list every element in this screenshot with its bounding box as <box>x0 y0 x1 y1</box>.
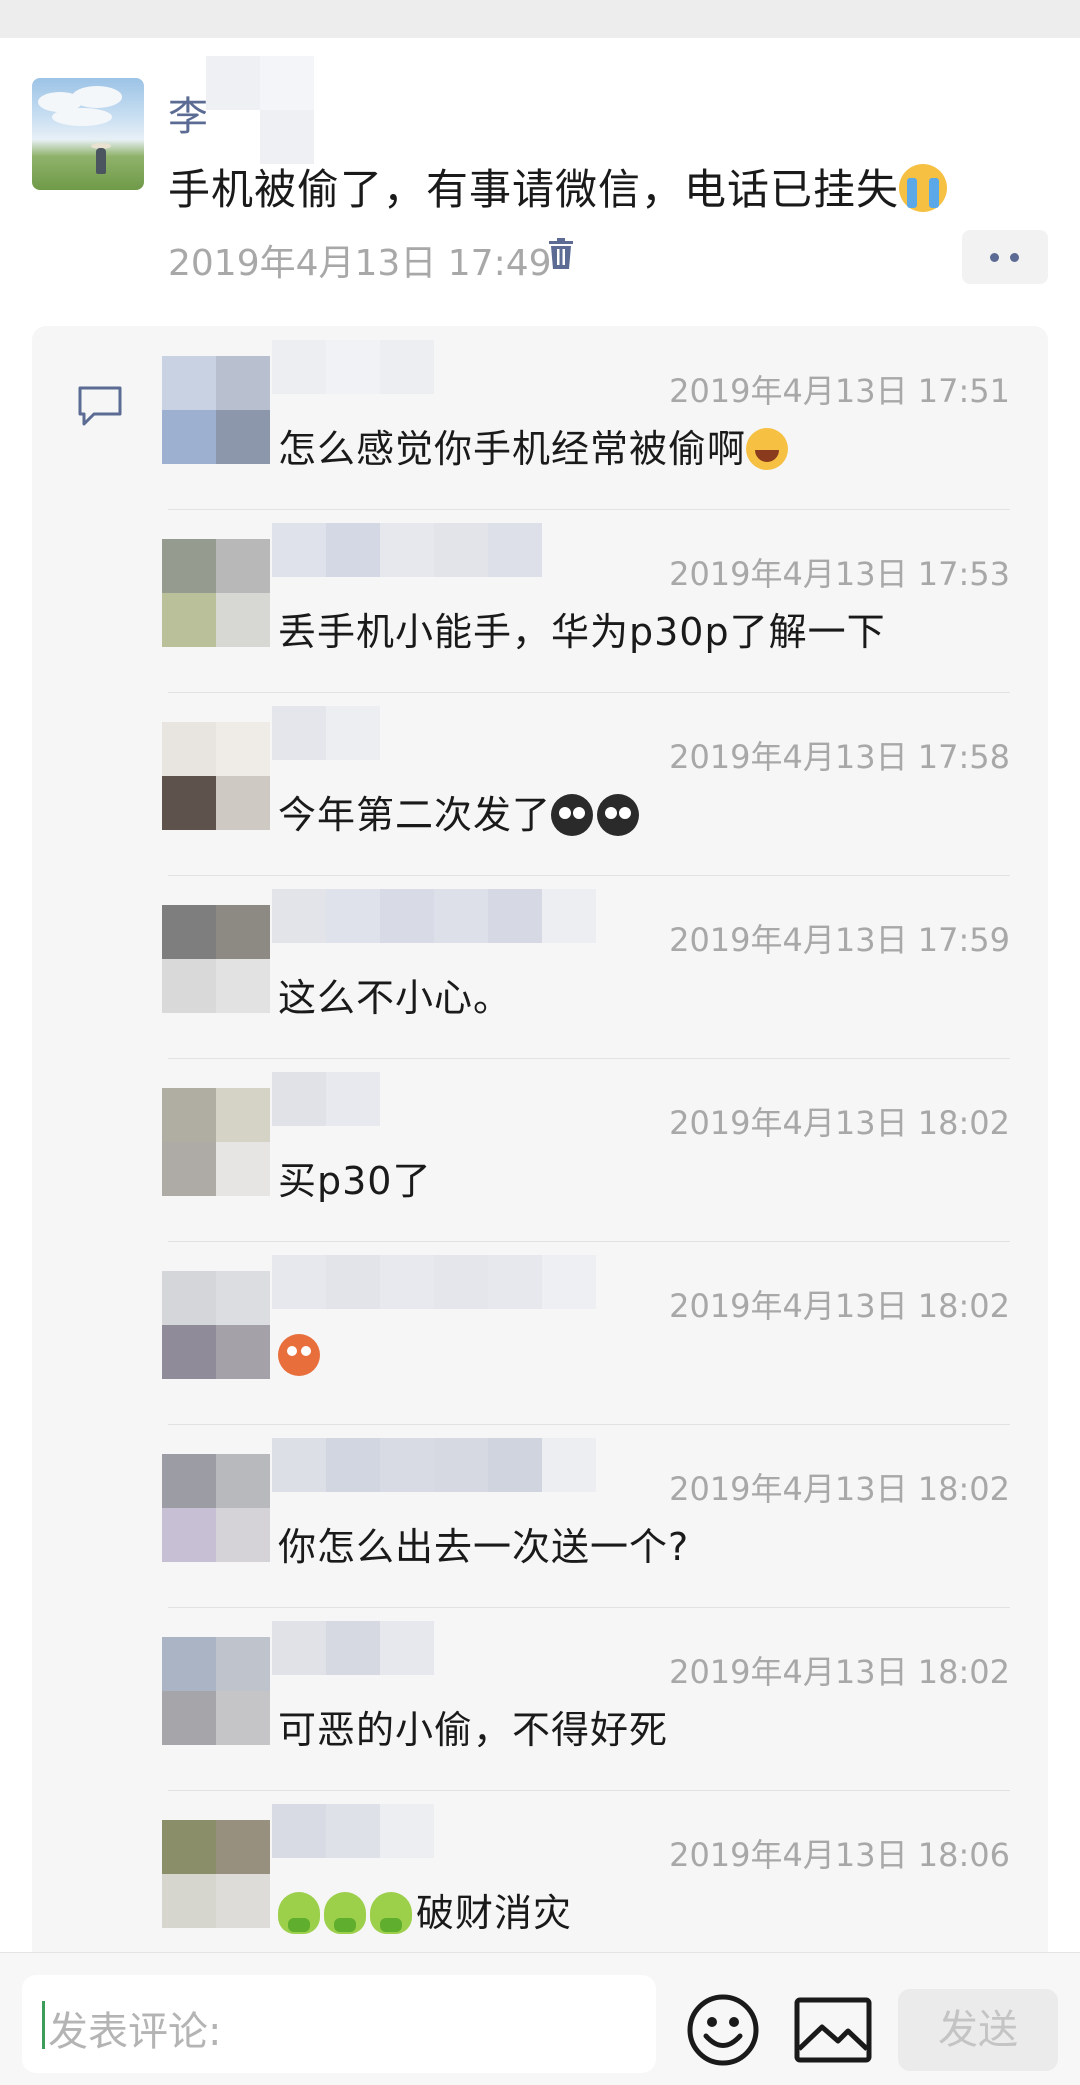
comment-time: 2019年4月13日 18:02 <box>669 1287 1010 1325</box>
post-text: 手机被偷了，有事请微信，电话已挂失 <box>168 156 948 217</box>
commenter-name-blur <box>272 1072 380 1126</box>
comment-text: 这么不小心。 <box>278 976 513 1020</box>
crying-emoji-icon <box>899 164 948 212</box>
delete-icon[interactable] <box>548 238 574 270</box>
green-emoji-icon <box>278 1892 320 1934</box>
comments-panel: 2019年4月13日 17:51 怎么感觉你手机经常被偷啊 2019年4月13日… <box>32 326 1048 2026</box>
comment-time: 2019年4月13日 17:59 <box>669 921 1010 959</box>
comment-item[interactable]: 2019年4月13日 18:02 买p30了 <box>32 1058 1048 1241</box>
comment-item[interactable]: 2019年4月13日 17:51 怎么感觉你手机经常被偷啊 <box>32 326 1048 509</box>
comment-text: 买p30了 <box>278 1159 432 1203</box>
commenter-avatar-blur <box>162 1637 270 1745</box>
crying-emoji-icon <box>551 794 594 836</box>
comment-time: 2019年4月13日 18:02 <box>669 1653 1010 1691</box>
commenter-avatar-blur <box>162 1820 270 1928</box>
comment-time: 2019年4月13日 17:51 <box>669 372 1010 410</box>
comment-time: 2019年4月13日 18:02 <box>669 1104 1010 1142</box>
commenter-name-blur <box>272 1804 434 1858</box>
commenter-avatar-blur <box>162 1271 270 1379</box>
commenter-name-blur <box>272 340 434 394</box>
commenter-name-blur <box>272 523 542 577</box>
commenter-name-blur <box>272 706 380 760</box>
comment-input-placeholder: 发表评论: <box>48 2009 222 2055</box>
laughing-emoji-icon <box>746 428 789 470</box>
comment-input[interactable]: 发表评论: <box>22 1975 656 2073</box>
comment-input-bar: 发表评论: 发送 <box>0 1952 1080 2085</box>
author-name[interactable]: 李 <box>168 84 208 142</box>
crying-emoji-icon <box>597 794 640 836</box>
post-timestamp: 2019年4月13日 17:49 <box>168 243 552 284</box>
commenter-name-blur <box>272 889 596 943</box>
comment-text: 丢手机小能手，华为p30p了解一下 <box>278 610 886 654</box>
comment-item[interactable]: 2019年4月13日 18:02 你怎么出去一次送一个? <box>32 1424 1048 1607</box>
more-actions-button[interactable] <box>962 230 1048 284</box>
emoji-picker-icon[interactable] <box>686 1993 760 2067</box>
comment-text <box>278 1333 324 1377</box>
green-emoji-icon <box>324 1892 366 1934</box>
comment-time: 2019年4月13日 17:53 <box>669 555 1010 593</box>
commenter-name-blur <box>272 1621 434 1675</box>
comment-text: 可恶的小偷，不得好死 <box>278 1708 669 1752</box>
comment-text: 怎么感觉你手机经常被偷啊 <box>278 418 792 473</box>
send-button[interactable]: 发送 <box>898 1989 1058 2071</box>
comment-time: 2019年4月13日 18:06 <box>669 1836 1010 1874</box>
comment-text: 你怎么出去一次送一个? <box>278 1525 690 1569</box>
commenter-avatar-blur <box>162 356 270 464</box>
text-cursor <box>42 2001 45 2049</box>
commenter-name-blur <box>272 1438 596 1492</box>
commenter-name-blur <box>272 1255 596 1309</box>
comment-item[interactable]: 2019年4月13日 17:59 这么不小心。 <box>32 875 1048 1058</box>
comment-time: 2019年4月13日 18:02 <box>669 1470 1010 1508</box>
commenter-avatar-blur <box>162 905 270 1013</box>
author-avatar[interactable] <box>32 78 144 190</box>
commenter-avatar-blur <box>162 1088 270 1196</box>
comment-item[interactable]: 2019年4月13日 17:58 今年第二次发了 <box>32 692 1048 875</box>
comment-time: 2019年4月13日 17:58 <box>669 738 1010 776</box>
status-strip <box>0 0 1080 38</box>
commenter-avatar-blur <box>162 539 270 647</box>
image-picker-icon[interactable] <box>794 1997 872 2063</box>
comment-item[interactable]: 2019年4月13日 18:02 <box>32 1241 1048 1424</box>
moment-post: 李 手机被偷了，有事请微信，电话已挂失 2019年4月13日 17:49 <box>0 38 1080 320</box>
comment-text: 破财消灾 <box>278 1882 572 1937</box>
green-emoji-icon <box>370 1892 412 1934</box>
comment-item[interactable]: 2019年4月13日 17:53 丢手机小能手，华为p30p了解一下 <box>32 509 1048 692</box>
comment-text: 今年第二次发了 <box>278 784 643 839</box>
comment-item[interactable]: 2019年4月13日 18:06 破财消灾 <box>32 1790 1048 1973</box>
commenter-avatar-blur <box>162 1454 270 1562</box>
comment-item[interactable]: 2019年4月13日 18:02 可恶的小偷，不得好死 <box>32 1607 1048 1790</box>
sad-emoji-icon <box>278 1334 320 1376</box>
author-name-blur <box>206 56 314 164</box>
commenter-avatar-blur <box>162 722 270 830</box>
